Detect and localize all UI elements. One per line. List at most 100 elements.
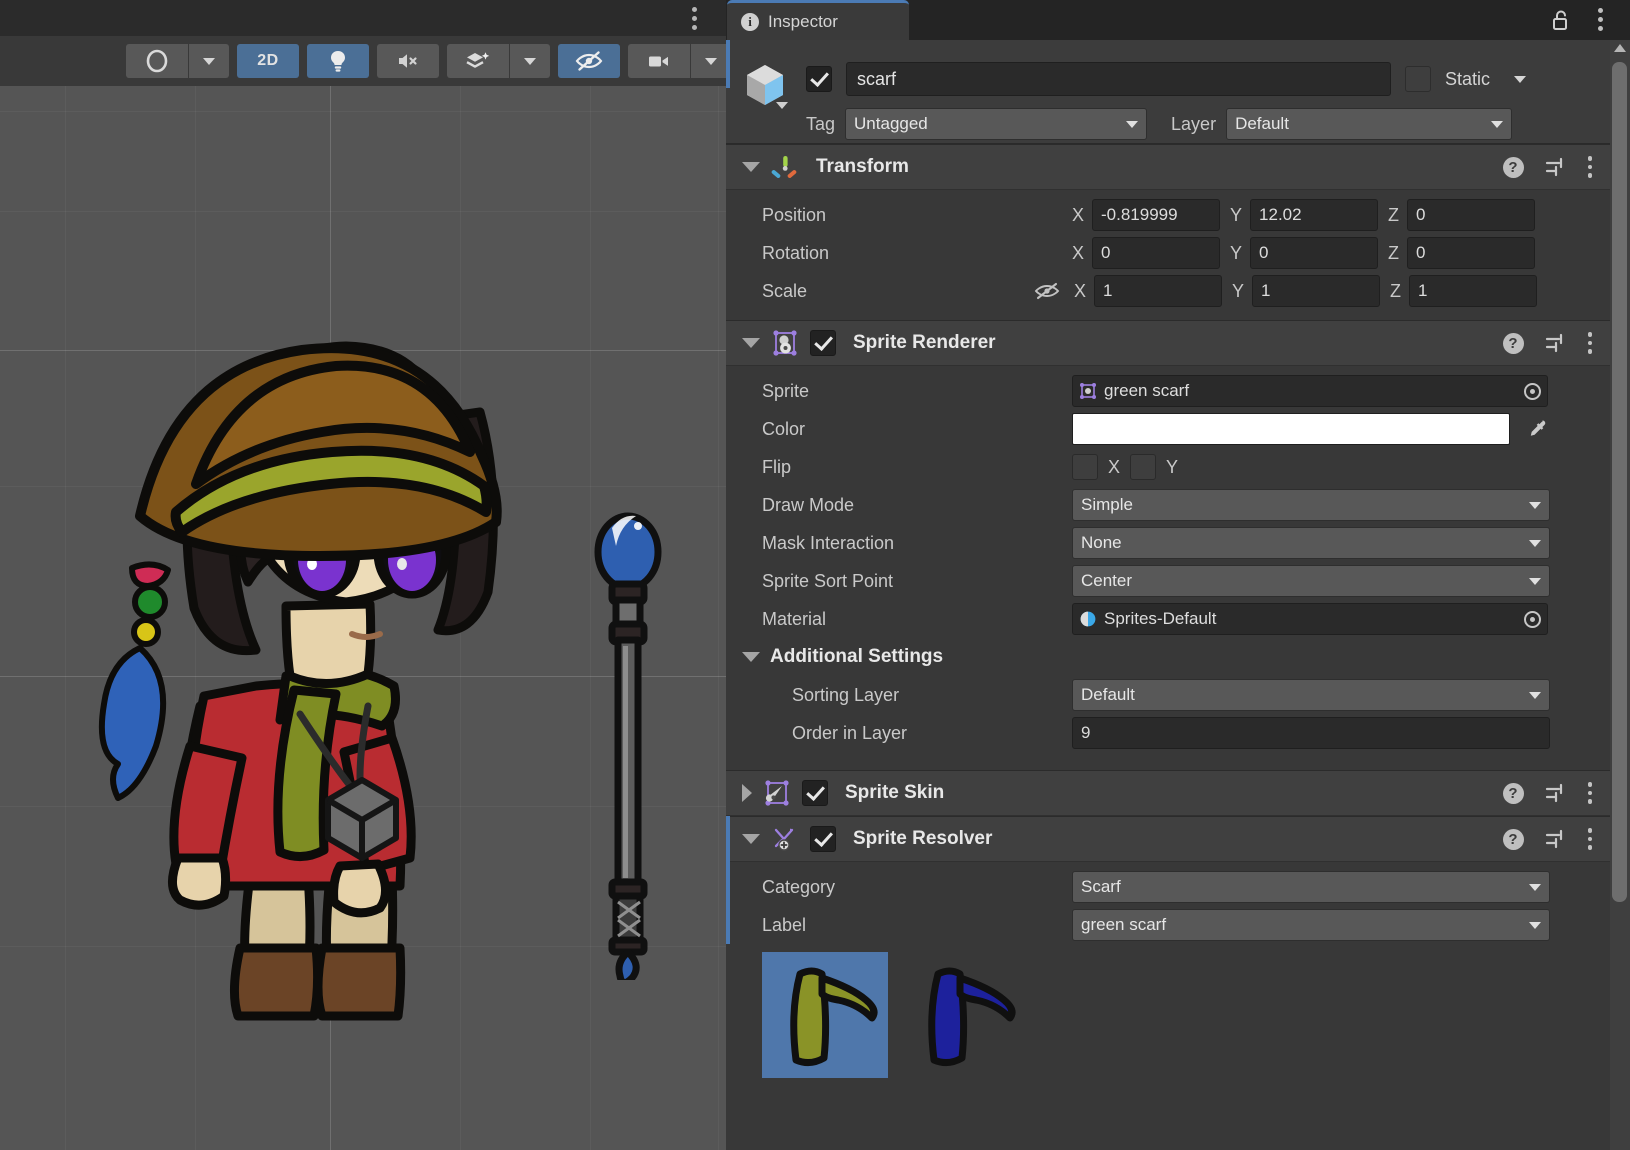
sprite-skin-context-menu-icon[interactable] — [1588, 782, 1593, 804]
eyedropper-icon[interactable] — [1524, 417, 1548, 441]
scale-y-input[interactable]: 1 — [1252, 275, 1380, 307]
sprite-renderer-foldout-icon[interactable] — [742, 338, 760, 348]
flip-y-checkbox[interactable] — [1130, 454, 1156, 480]
category-dropdown[interactable]: Scarf — [1072, 871, 1550, 903]
scrollbar-thumb[interactable] — [1612, 62, 1627, 902]
transform-position-row: Position X -0.819999 Y 12.02 Z 0 — [726, 196, 1610, 234]
lightbulb-icon[interactable] — [307, 44, 369, 78]
sprite-resolver-foldout-icon[interactable] — [742, 834, 760, 844]
component-header-transform[interactable]: Transform ? — [726, 144, 1610, 190]
scroll-up-arrow-icon[interactable] — [1614, 44, 1626, 52]
audio-mute-icon[interactable] — [377, 44, 439, 78]
gameobject-name-input[interactable]: scarf — [846, 62, 1391, 96]
position-x-input[interactable]: -0.819999 — [1092, 199, 1220, 231]
component-header-sprite-renderer[interactable]: Sprite Renderer ? — [726, 320, 1610, 366]
scene-view-menu-icon[interactable] — [683, 6, 705, 30]
chevron-down-icon — [1529, 540, 1541, 547]
draw-mode-dropdown[interactable]: Simple — [1072, 489, 1550, 521]
scale-z-input[interactable]: 1 — [1409, 275, 1537, 307]
component-header-sprite-resolver[interactable]: Sprite Resolver ? — [726, 816, 1610, 862]
sprite-sort-point-dropdown[interactable]: Center — [1072, 565, 1550, 597]
sprite-skin-enabled-checkbox[interactable] — [802, 780, 828, 806]
additional-settings-foldout-icon[interactable] — [742, 652, 760, 662]
tab-inspector[interactable]: i Inspector — [727, 0, 909, 40]
position-y-input[interactable]: 12.02 — [1250, 199, 1378, 231]
rotation-z-input[interactable]: 0 — [1407, 237, 1535, 269]
material-picker-icon[interactable] — [1519, 604, 1545, 634]
position-x-axis-label: X — [1072, 205, 1084, 226]
unlocked-padlock-icon[interactable] — [1548, 8, 1572, 32]
label-label: Label — [762, 915, 1072, 936]
camera-icon[interactable] — [628, 44, 690, 78]
rotation-y-input[interactable]: 0 — [1250, 237, 1378, 269]
help-icon[interactable]: ? — [1503, 783, 1524, 804]
view-mode-2d-button[interactable]: 2D — [237, 44, 299, 78]
static-dropdown-icon[interactable] — [1514, 76, 1526, 83]
eye-off-icon[interactable] — [558, 44, 620, 78]
draw-mode-value: Simple — [1081, 495, 1133, 515]
help-icon[interactable]: ? — [1503, 333, 1524, 354]
component-header-sprite-skin[interactable]: Sprite Skin ? — [726, 770, 1610, 816]
flip-x-label: X — [1108, 457, 1120, 478]
help-icon[interactable]: ? — [1503, 157, 1524, 178]
color-swatch[interactable] — [1072, 413, 1510, 445]
rotation-x-input[interactable]: 0 — [1092, 237, 1220, 269]
effects-layers-icon[interactable] — [447, 44, 509, 78]
sprite-skin-foldout-icon[interactable] — [742, 784, 752, 802]
sprite-renderer-context-menu-icon[interactable] — [1588, 332, 1593, 354]
preset-sliders-icon[interactable] — [1544, 782, 1568, 804]
sprite-resolver-enabled-checkbox[interactable] — [810, 826, 836, 852]
transform-foldout-icon[interactable] — [742, 162, 760, 172]
sprite-label: Sprite — [762, 381, 1072, 402]
sprite-renderer-enabled-checkbox[interactable] — [810, 330, 836, 356]
gameobject-icon-dropdown[interactable] — [776, 102, 788, 109]
static-checkbox[interactable] — [1405, 66, 1431, 92]
scene-viewport[interactable] — [0, 86, 755, 1150]
position-z-axis-label: Z — [1388, 205, 1399, 226]
preset-sliders-icon[interactable] — [1544, 332, 1568, 354]
position-z-input[interactable]: 0 — [1407, 199, 1535, 231]
help-icon[interactable]: ? — [1503, 829, 1524, 850]
material-sphere-icon — [1079, 610, 1097, 628]
chevron-down-icon — [1529, 692, 1541, 699]
sprite-resolver-context-menu-icon[interactable] — [1588, 828, 1593, 850]
inspector-scrollbar[interactable] — [1610, 40, 1630, 1150]
preset-sliders-icon[interactable] — [1544, 828, 1568, 850]
scale-x-input[interactable]: 1 — [1094, 275, 1222, 307]
layer-dropdown[interactable]: Default — [1226, 108, 1512, 140]
color-row: Color — [726, 410, 1610, 448]
selection-accent-bar — [726, 40, 730, 88]
gameobject-header: scarf Static Tag Untagged Layer Default — [726, 40, 1610, 144]
shading-mode-dropdown[interactable] — [189, 44, 229, 78]
additional-settings-foldout[interactable]: Additional Settings — [726, 638, 1610, 676]
transform-context-menu-icon[interactable] — [1588, 156, 1593, 178]
sorting-layer-label: Sorting Layer — [762, 685, 1072, 706]
preset-sliders-icon[interactable] — [1544, 156, 1568, 178]
label-dropdown[interactable]: green scarf — [1072, 909, 1550, 941]
category-row: Category Scarf — [726, 868, 1610, 906]
sorting-layer-dropdown[interactable]: Default — [1072, 679, 1550, 711]
shaded-sphere-icon[interactable] — [126, 44, 188, 78]
blue-scarf-thumbnail[interactable] — [900, 952, 1026, 1078]
flip-x-checkbox[interactable] — [1072, 454, 1098, 480]
staff-sprite[interactable] — [568, 500, 688, 980]
tag-layer-row: Tag Untagged Layer Default — [806, 108, 1512, 140]
flip-row: Flip X Y — [726, 448, 1610, 486]
mask-interaction-dropdown[interactable]: None — [1072, 527, 1550, 559]
scene-view-toolbar: 2D — [0, 36, 755, 86]
label-value: green scarf — [1081, 915, 1166, 935]
sprite-picker-icon[interactable] — [1519, 376, 1545, 406]
sprite-sort-point-row: Sprite Sort Point Center — [726, 562, 1610, 600]
kebab-menu-icon[interactable] — [1590, 6, 1610, 32]
order-in-layer-input[interactable]: 9 — [1072, 717, 1550, 749]
layer-label: Layer — [1171, 114, 1216, 135]
tag-dropdown[interactable]: Untagged — [845, 108, 1147, 140]
camera-dropdown[interactable] — [691, 44, 731, 78]
material-label: Material — [762, 609, 1072, 630]
sprite-object-field[interactable]: green scarf — [1072, 375, 1548, 407]
fx-dropdown[interactable] — [510, 44, 550, 78]
constrain-proportions-off-icon[interactable] — [1034, 280, 1060, 302]
green-scarf-thumbnail[interactable] — [762, 952, 888, 1078]
gameobject-active-checkbox[interactable] — [806, 66, 832, 92]
material-object-field[interactable]: Sprites-Default — [1072, 603, 1548, 635]
